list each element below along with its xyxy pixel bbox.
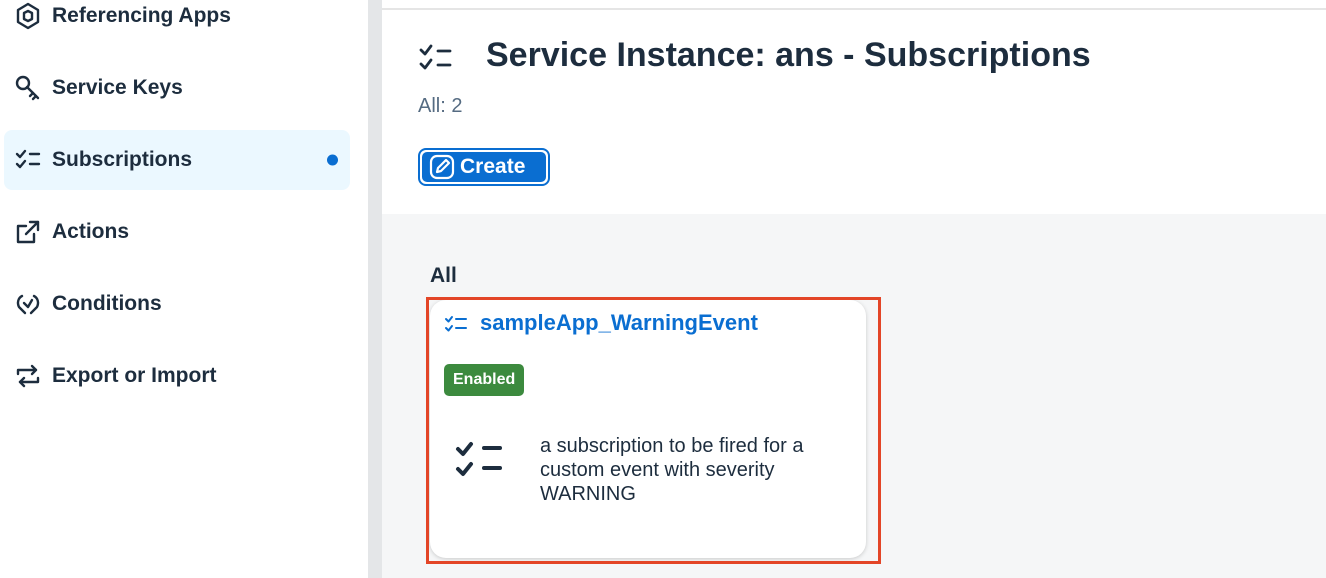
page-title: Service Instance: ans - Subscriptions (486, 36, 1091, 74)
sidebar-item-subscriptions[interactable]: Subscriptions (4, 130, 350, 190)
create-button-body[interactable]: Create (422, 152, 546, 182)
item-count: All: 2 (418, 95, 463, 117)
sidebar-divider[interactable] (368, 0, 382, 578)
sidebar-item-conditions[interactable]: Conditions (4, 274, 350, 334)
condition-icon (12, 288, 44, 320)
sidebar-item-label: Conditions (52, 292, 162, 315)
sidebar-item-export-import[interactable]: Export or Import (4, 346, 350, 406)
section-title: All (430, 264, 457, 287)
checklist-icon (454, 438, 506, 480)
sidebar-item-label: Export or Import (52, 364, 217, 387)
subscription-card[interactable]: sampleApp_WarningEvent Enabled a subscri… (430, 300, 866, 558)
status-badge: Enabled (444, 364, 525, 396)
create-button-label: Create (460, 155, 526, 178)
page-header: Service Instance: ans - Subscriptions Al… (382, 0, 1326, 214)
sync-arrows-icon (12, 360, 44, 392)
sidebar-item-actions[interactable]: Actions (4, 202, 350, 262)
hexagon-app-icon (12, 0, 44, 32)
subscription-description: a subscription to be fired for a custom … (540, 435, 804, 505)
sidebar-item-service-keys[interactable]: Service Keys (4, 58, 350, 118)
checklist-icon (12, 144, 44, 176)
edit-pencil-icon (428, 153, 456, 181)
create-button[interactable]: Create (418, 148, 550, 186)
content-area: All sampleApp_WarningEvent Enabled a sub… (382, 214, 1326, 578)
sidebar: Referencing Apps Service Keys Subscripti… (0, 0, 368, 578)
subscription-title-link[interactable]: sampleApp_WarningEvent (480, 310, 758, 336)
share-box-icon (12, 216, 44, 248)
sidebar-item-label: Service Keys (52, 76, 183, 99)
header-separator (382, 8, 1326, 10)
selected-indicator-dot (327, 154, 338, 166)
sidebar-item-referencing-apps[interactable]: Referencing Apps (4, 0, 350, 46)
checklist-icon (418, 42, 454, 74)
sidebar-item-label: Subscriptions (52, 148, 193, 171)
sidebar-item-label: Actions (52, 220, 130, 243)
checklist-icon (444, 314, 468, 334)
key-icon (12, 72, 44, 104)
sidebar-item-label: Referencing Apps (52, 4, 231, 27)
